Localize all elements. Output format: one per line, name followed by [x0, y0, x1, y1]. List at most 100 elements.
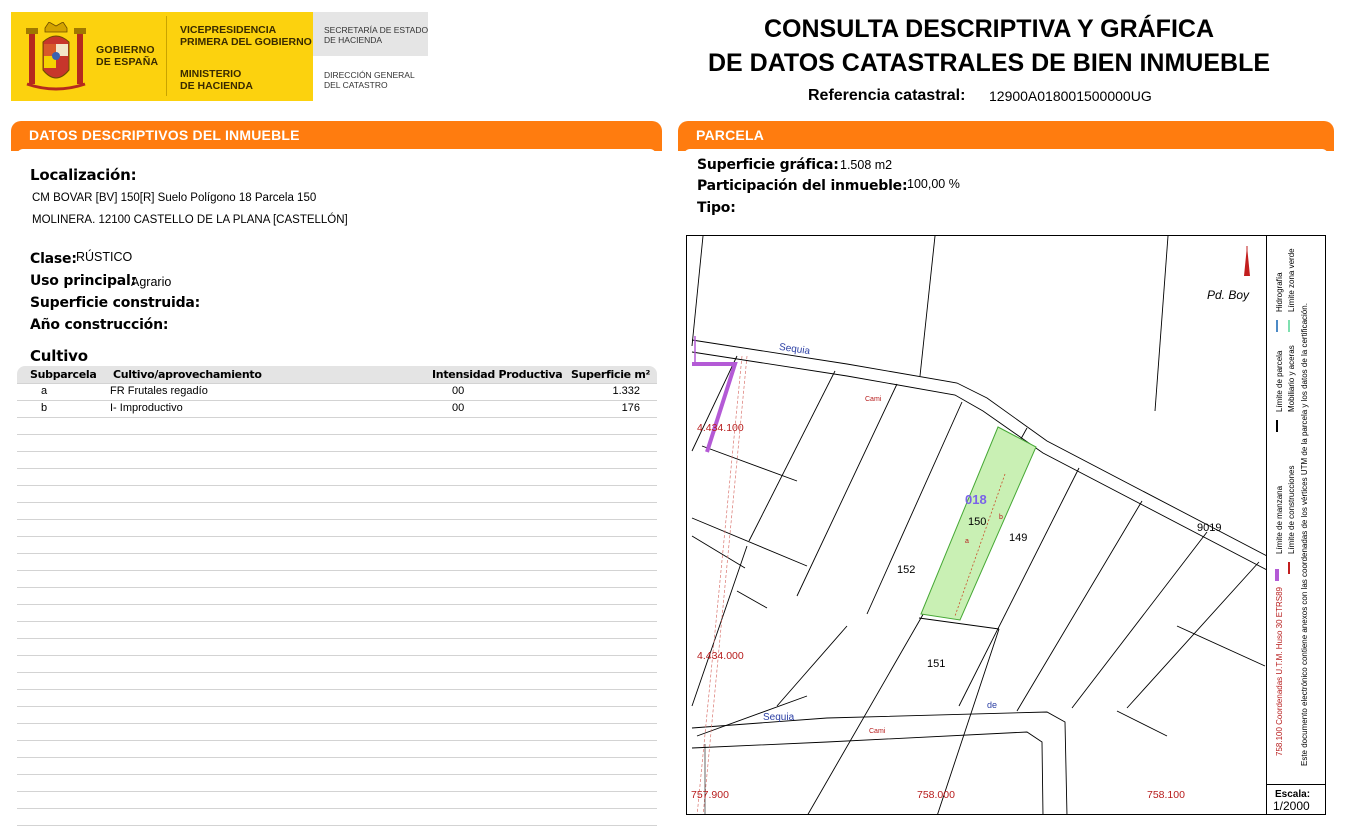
gobierno-line1: GOBIERNO	[96, 44, 155, 56]
table-rule	[17, 587, 657, 588]
map-label-x-758100: 758.100	[1147, 789, 1185, 801]
vicepresidencia-line2: PRIMERA DEL GOBIERNO	[180, 36, 312, 48]
table-rule	[17, 740, 657, 741]
clase-value: RÚSTICO	[76, 250, 133, 264]
ministerio-text: MINISTERIO DE HACIENDA	[180, 68, 253, 92]
table-rule	[17, 655, 657, 656]
table-rule	[17, 417, 657, 418]
tipo-label: Tipo:	[697, 200, 736, 216]
table-rule	[17, 519, 657, 520]
refcat-value: 12900A018001500000UG	[989, 88, 1152, 104]
secretaria-line1: SECRETARÍA DE ESTADO	[324, 25, 429, 35]
legend-construcciones: Límite de construcciones	[1287, 465, 1296, 555]
legend-mobiliario: Mobiliario y aceras	[1287, 345, 1296, 412]
map-label-y-434000: 4.434.000	[697, 650, 744, 662]
cell-subparcela: b	[41, 402, 48, 414]
cell-intensidad: 00	[452, 402, 465, 414]
legend-swatch-hidrografia	[1276, 320, 1278, 332]
table-rule	[17, 723, 657, 724]
superficie-grafica-value: 1.508 m2	[840, 158, 893, 172]
map-label-sub-b: b	[999, 514, 1003, 521]
page-title-line2: DE DATOS CATASTRALES DE BIEN INMUEBLE	[707, 49, 1271, 77]
map-label-152: 152	[897, 564, 916, 576]
superficie-construida-label: Superficie construida:	[30, 295, 201, 311]
map-label-sub-a: a	[965, 538, 969, 545]
refcat-label: Referencia catastral:	[808, 87, 966, 104]
datos-descriptivos-bar: DATOS DESCRIPTIVOS DEL INMUEBLE	[11, 121, 662, 155]
table-rule	[17, 604, 657, 605]
localizacion-line2: MOLINERA. 12100 CASTELLO DE LA PLANA [CA…	[32, 214, 348, 226]
table-rule	[17, 400, 657, 401]
cultivo-label: Cultivo	[30, 347, 88, 365]
map-label-cami-top: Cami	[865, 396, 882, 403]
anio-construccion-label: Año construcción:	[30, 317, 169, 333]
gobierno-text: GOBIERNO DE ESPAÑA	[96, 44, 158, 68]
cultivo-table-header: Subparcela Cultivo/aprovechamiento Inten…	[17, 366, 657, 383]
table-rule	[17, 672, 657, 673]
direccion-text: DIRECCIÓN GENERAL DEL CATASTRO	[324, 70, 415, 90]
legend-zona-verde: Límite zona verde	[1287, 248, 1296, 312]
map-label-x-757900: 757.900	[691, 789, 729, 801]
cell-cultivo: I- Improductivo	[110, 402, 183, 414]
localizacion-label: Localización:	[30, 166, 137, 184]
cell-superficie: 1.332	[612, 385, 640, 397]
table-rule	[17, 502, 657, 503]
uso-principal-value: Agrario	[131, 275, 172, 289]
datos-title-prefix: DATOS DESCRIPTIVOS DEL	[29, 127, 225, 143]
parcela-bar: PARCELA	[678, 121, 1334, 155]
map-label-cami-bottom: Cami	[869, 728, 886, 735]
table-rule	[17, 485, 657, 486]
participacion-label: Participación del inmueble:	[697, 178, 908, 194]
clase-label: Clase:	[30, 251, 77, 267]
map-label-9019: 9019	[1197, 522, 1222, 534]
th-superficie: Superficie m²	[571, 368, 651, 381]
escala-box: Escala: 1/2000	[1266, 784, 1325, 814]
coat-of-arms-icon	[26, 22, 86, 91]
map-label-pd-boy: Pd. Boy	[1207, 288, 1250, 302]
cadastral-map: Pd. Boy Sequia Cami 4.434.100 018 150 14…	[686, 235, 1326, 815]
map-legend: 758.100 Coordenadas U.T.M. Huso 30 ETRS8…	[1266, 236, 1325, 784]
table-rule	[17, 757, 657, 758]
bar-inner-curve	[684, 149, 1328, 155]
logo-divider	[166, 16, 167, 96]
superficie-grafica-label: Superficie gráfica:	[697, 157, 839, 173]
map-label-de: de	[987, 700, 998, 710]
page-title: CONSULTA DESCRIPTIVA Y GRÁFICA DE DATOS …	[700, 12, 1278, 80]
secretaria-text: SECRETARÍA DE ESTADO DE HACIENDA	[324, 25, 428, 45]
direccion-line1: DIRECCIÓN GENERAL	[324, 70, 415, 80]
cultivo-table: Subparcela Cultivo/aprovechamiento Inten…	[17, 366, 657, 836]
datos-descriptivos-title: DATOS DESCRIPTIVOS DEL INMUEBLE	[29, 127, 300, 143]
table-rule	[17, 451, 657, 452]
table-rule	[17, 706, 657, 707]
legend-hidrografia: Hidrografía	[1275, 272, 1284, 312]
legend-parcela: Límite de parcela	[1275, 350, 1284, 412]
map-label-y-434100: 4.434.100	[697, 422, 744, 434]
cell-cultivo: FR Frutales regadío	[110, 385, 208, 397]
table-rule	[17, 791, 657, 792]
participacion-value: 100,00 %	[907, 177, 960, 191]
table-rule	[17, 825, 657, 826]
table-rule	[17, 553, 657, 554]
datos-title-bold: INMUEBLE	[224, 127, 300, 143]
cell-subparcela: a	[41, 385, 48, 397]
th-cultivo: Cultivo/aprovechamiento	[113, 368, 262, 381]
map-label-x-758000: 758.000	[917, 789, 955, 801]
cell-intensidad: 00	[452, 385, 465, 397]
table-rule	[17, 774, 657, 775]
legend-swatch-construcciones	[1288, 562, 1290, 574]
map-label-151: 151	[927, 658, 946, 670]
legend-swatch-zona-verde	[1288, 320, 1290, 332]
table-rule	[17, 689, 657, 690]
escala-value: 1/2000	[1273, 799, 1310, 813]
uso-principal-label: Uso principal:	[30, 273, 137, 289]
table-rule	[17, 808, 657, 809]
th-subparcela: Subparcela	[30, 368, 97, 381]
ministerio-line2: DE HACIENDA	[180, 80, 253, 92]
vicepresidencia-line1: VICEPRESIDENCIA	[180, 24, 277, 36]
legend-note: Este documento electrónico contiene anex…	[1300, 303, 1309, 766]
table-rule	[17, 434, 657, 435]
localizacion-line1: CM BOVAR [BV] 150[R] Suelo Polígono 18 P…	[32, 192, 317, 204]
secretaria-line2: DE HACIENDA	[324, 35, 383, 45]
legend-utm: 758.100 Coordenadas U.T.M. Huso 30 ETRS8…	[1275, 587, 1284, 756]
map-label-sequia-bottom: Sequia	[763, 712, 795, 723]
